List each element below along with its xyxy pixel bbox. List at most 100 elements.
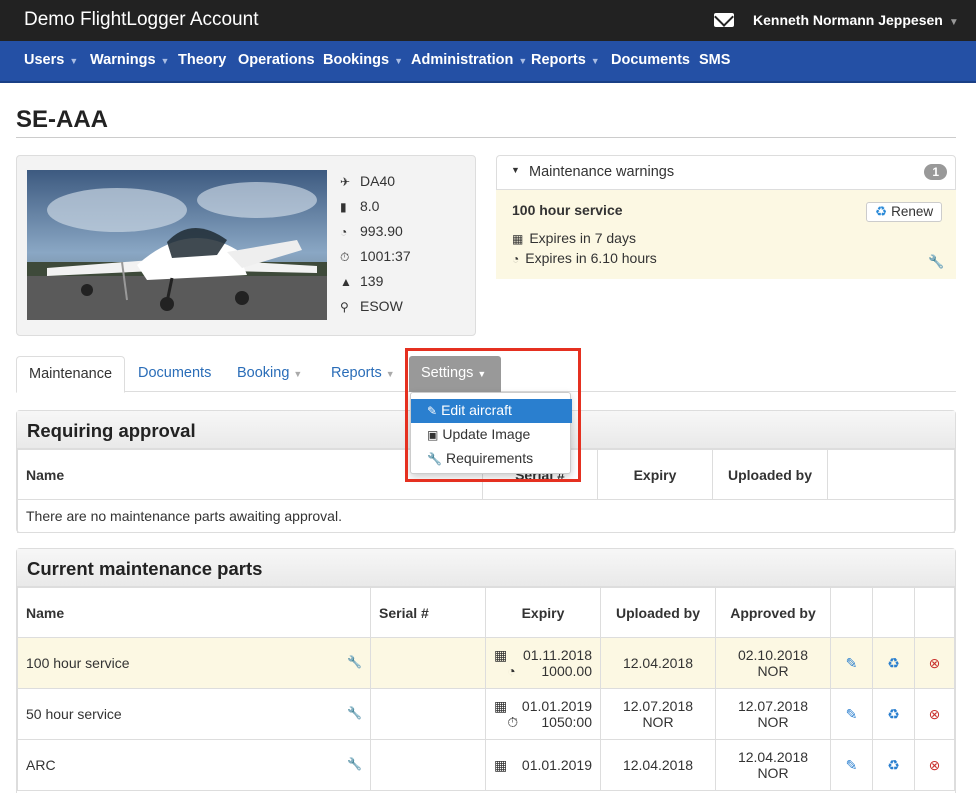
aircraft-photo xyxy=(27,170,327,320)
spec-value: 8.0 xyxy=(360,198,380,214)
chevron-down-icon: ▼ xyxy=(69,56,79,66)
edit-icon[interactable]: ✎ xyxy=(830,688,873,740)
part-name-cell: 50 hour service 🔧 xyxy=(17,688,371,740)
app-title[interactable]: Demo FlightLogger Account xyxy=(24,9,258,31)
edit-icon[interactable]: ✎ xyxy=(830,637,873,689)
chevron-down-icon: ▼ xyxy=(293,369,303,379)
stopwatch-icon: ⏱ xyxy=(340,250,350,264)
wrench-icon[interactable]: 🔧 xyxy=(347,757,362,771)
approved-date: 02.10.2018 xyxy=(737,647,809,663)
table-row: ARC 🔧 ▦ 01.01.2019 12.04.2018 12.04.2018 NO… xyxy=(17,739,955,791)
expires-hours: ◔ Expires in 6.10 hours xyxy=(512,250,657,266)
nav-documents[interactable]: Documents xyxy=(611,52,690,68)
edit-icon[interactable]: ✎ xyxy=(830,739,873,791)
maintenance-warnings-label: Maintenance warnings xyxy=(529,164,675,180)
recycle-icon[interactable]: ♻ xyxy=(872,688,915,740)
nav-bookings[interactable]: Bookings ▼ xyxy=(323,52,403,68)
main-nav: Users ▼ Warnings ▼ Theory Operations Booki… xyxy=(0,41,976,83)
nav-theory[interactable]: Theory xyxy=(178,52,226,68)
uploaded-cell: 12.04.2018 xyxy=(600,637,716,689)
column-header xyxy=(914,587,955,638)
nav-users[interactable]: Users ▼ xyxy=(24,52,78,68)
nav-label: Administration xyxy=(411,52,514,68)
spec-fuel: ▮ 8.0 xyxy=(340,198,379,214)
recycle-icon[interactable]: ♻ xyxy=(872,739,915,791)
parts-table: Name Serial # Expiry Uploaded by Approve… xyxy=(17,587,955,791)
column-header: Serial # xyxy=(370,587,486,638)
serial-cell xyxy=(370,688,486,740)
nav-label: SMS xyxy=(699,52,731,68)
approved-date: 12.04.2018 xyxy=(737,749,809,765)
uploaded-cell: 12.07.2018 NOR xyxy=(600,688,716,740)
delete-icon[interactable]: ⊗ xyxy=(914,688,955,740)
uploaded-date: 12.04.2018 xyxy=(622,655,694,671)
caret-down-icon: ▼ xyxy=(511,165,520,175)
calendar-icon: ▦ xyxy=(494,756,508,773)
nav-reports[interactable]: Reports ▼ xyxy=(531,52,600,68)
chevron-down-icon: ▼ xyxy=(948,17,959,28)
speedometer-icon: ◔ xyxy=(512,252,520,266)
nav-sms[interactable]: SMS xyxy=(699,52,730,68)
expiry-cell: ▦ 01.01.2019 xyxy=(485,739,601,791)
nav-operations[interactable]: Operations xyxy=(238,52,315,68)
nav-label: Reports xyxy=(531,52,586,68)
part-name-cell: ARC 🔧 xyxy=(17,739,371,791)
part-name: ARC xyxy=(26,757,56,773)
tab-documents[interactable]: Documents xyxy=(126,356,223,392)
approved-by: NOR xyxy=(757,765,789,781)
maintenance-warnings-panel: ▼ Maintenance warnings 1 100 hour servic… xyxy=(496,155,956,279)
part-name: 50 hour service xyxy=(26,706,122,722)
nav-label: Documents xyxy=(611,52,690,68)
tab-maintenance[interactable]: Maintenance xyxy=(16,356,126,393)
nav-administration[interactable]: Administration ▼ xyxy=(411,52,527,68)
wrench-icon[interactable]: 🔧 xyxy=(928,254,944,270)
nav-label: Bookings xyxy=(323,52,390,68)
nav-label: Operations xyxy=(238,52,315,68)
warning-item: 100 hour service ♻ Renew ▦ Expires in 7 da… xyxy=(496,190,956,279)
tab-reports[interactable]: Reports ▼ xyxy=(319,356,407,392)
top-bar: Demo FlightLogger Account Kenneth Norman… xyxy=(0,0,976,41)
stopwatch-icon: ⏱ xyxy=(507,713,519,730)
current-parts-panel: Current maintenance parts Name Serial # … xyxy=(16,548,956,793)
delete-icon[interactable]: ⊗ xyxy=(914,739,955,791)
approved-date: 12.07.2018 xyxy=(737,698,809,714)
table-row: 50 hour service 🔧 ▦ 01.01.2019 ⏱ 1050:00 12.… xyxy=(17,688,955,740)
uploaded-date: 12.04.2018 xyxy=(622,757,694,773)
nav-warnings[interactable]: Warnings ▼ xyxy=(90,52,169,68)
map-marker-icon: ⚲ xyxy=(340,300,349,314)
column-header: Uploaded by xyxy=(600,587,716,638)
column-header xyxy=(827,449,955,500)
warning-count-badge: 1 xyxy=(924,164,947,180)
nav-label: Users xyxy=(24,52,65,68)
renew-button[interactable]: ♻ Renew xyxy=(866,202,943,222)
spec-value: ESOW xyxy=(360,298,403,314)
tab-booking[interactable]: Booking ▼ xyxy=(225,356,314,392)
spec-base: ⚲ ESOW xyxy=(340,298,403,314)
expires-hours-text: Expires in 6.10 hours xyxy=(525,250,657,266)
column-header xyxy=(872,587,915,638)
recycle-icon[interactable]: ♻ xyxy=(872,637,915,689)
column-header: Expiry xyxy=(597,449,713,500)
user-menu[interactable]: Kenneth Normann Jeppesen ▼ xyxy=(753,12,959,28)
renew-label: Renew xyxy=(891,204,934,219)
maintenance-warnings-header[interactable]: ▼ Maintenance warnings 1 xyxy=(496,155,956,190)
expiry-date: 01.11.2018 xyxy=(522,647,592,663)
envelope-icon[interactable] xyxy=(714,13,734,27)
recycle-icon: ♻ xyxy=(875,204,888,219)
tab-label: Documents xyxy=(138,365,212,381)
expires-days: ▦ Expires in 7 days xyxy=(512,230,636,246)
column-header: Expiry xyxy=(485,587,601,638)
wrench-icon[interactable]: 🔧 xyxy=(347,655,362,669)
wrench-icon[interactable]: 🔧 xyxy=(347,706,362,720)
column-header: Uploaded by xyxy=(712,449,828,500)
panel-title: Current maintenance parts xyxy=(17,549,955,587)
speedometer-icon: ◔ xyxy=(340,225,348,239)
delete-icon[interactable]: ⊗ xyxy=(914,637,955,689)
highlight-box xyxy=(405,348,581,482)
approved-cell: 02.10.2018 NOR xyxy=(715,637,831,689)
chevron-down-icon: ▼ xyxy=(394,56,403,66)
expiry-value: 1000.00 xyxy=(541,663,592,679)
approved-by: NOR xyxy=(757,714,789,730)
expiry-cell: ▦ 01.11.2018 ◔ 1000.00 xyxy=(485,637,601,689)
chevron-down-icon: ▼ xyxy=(160,56,170,66)
